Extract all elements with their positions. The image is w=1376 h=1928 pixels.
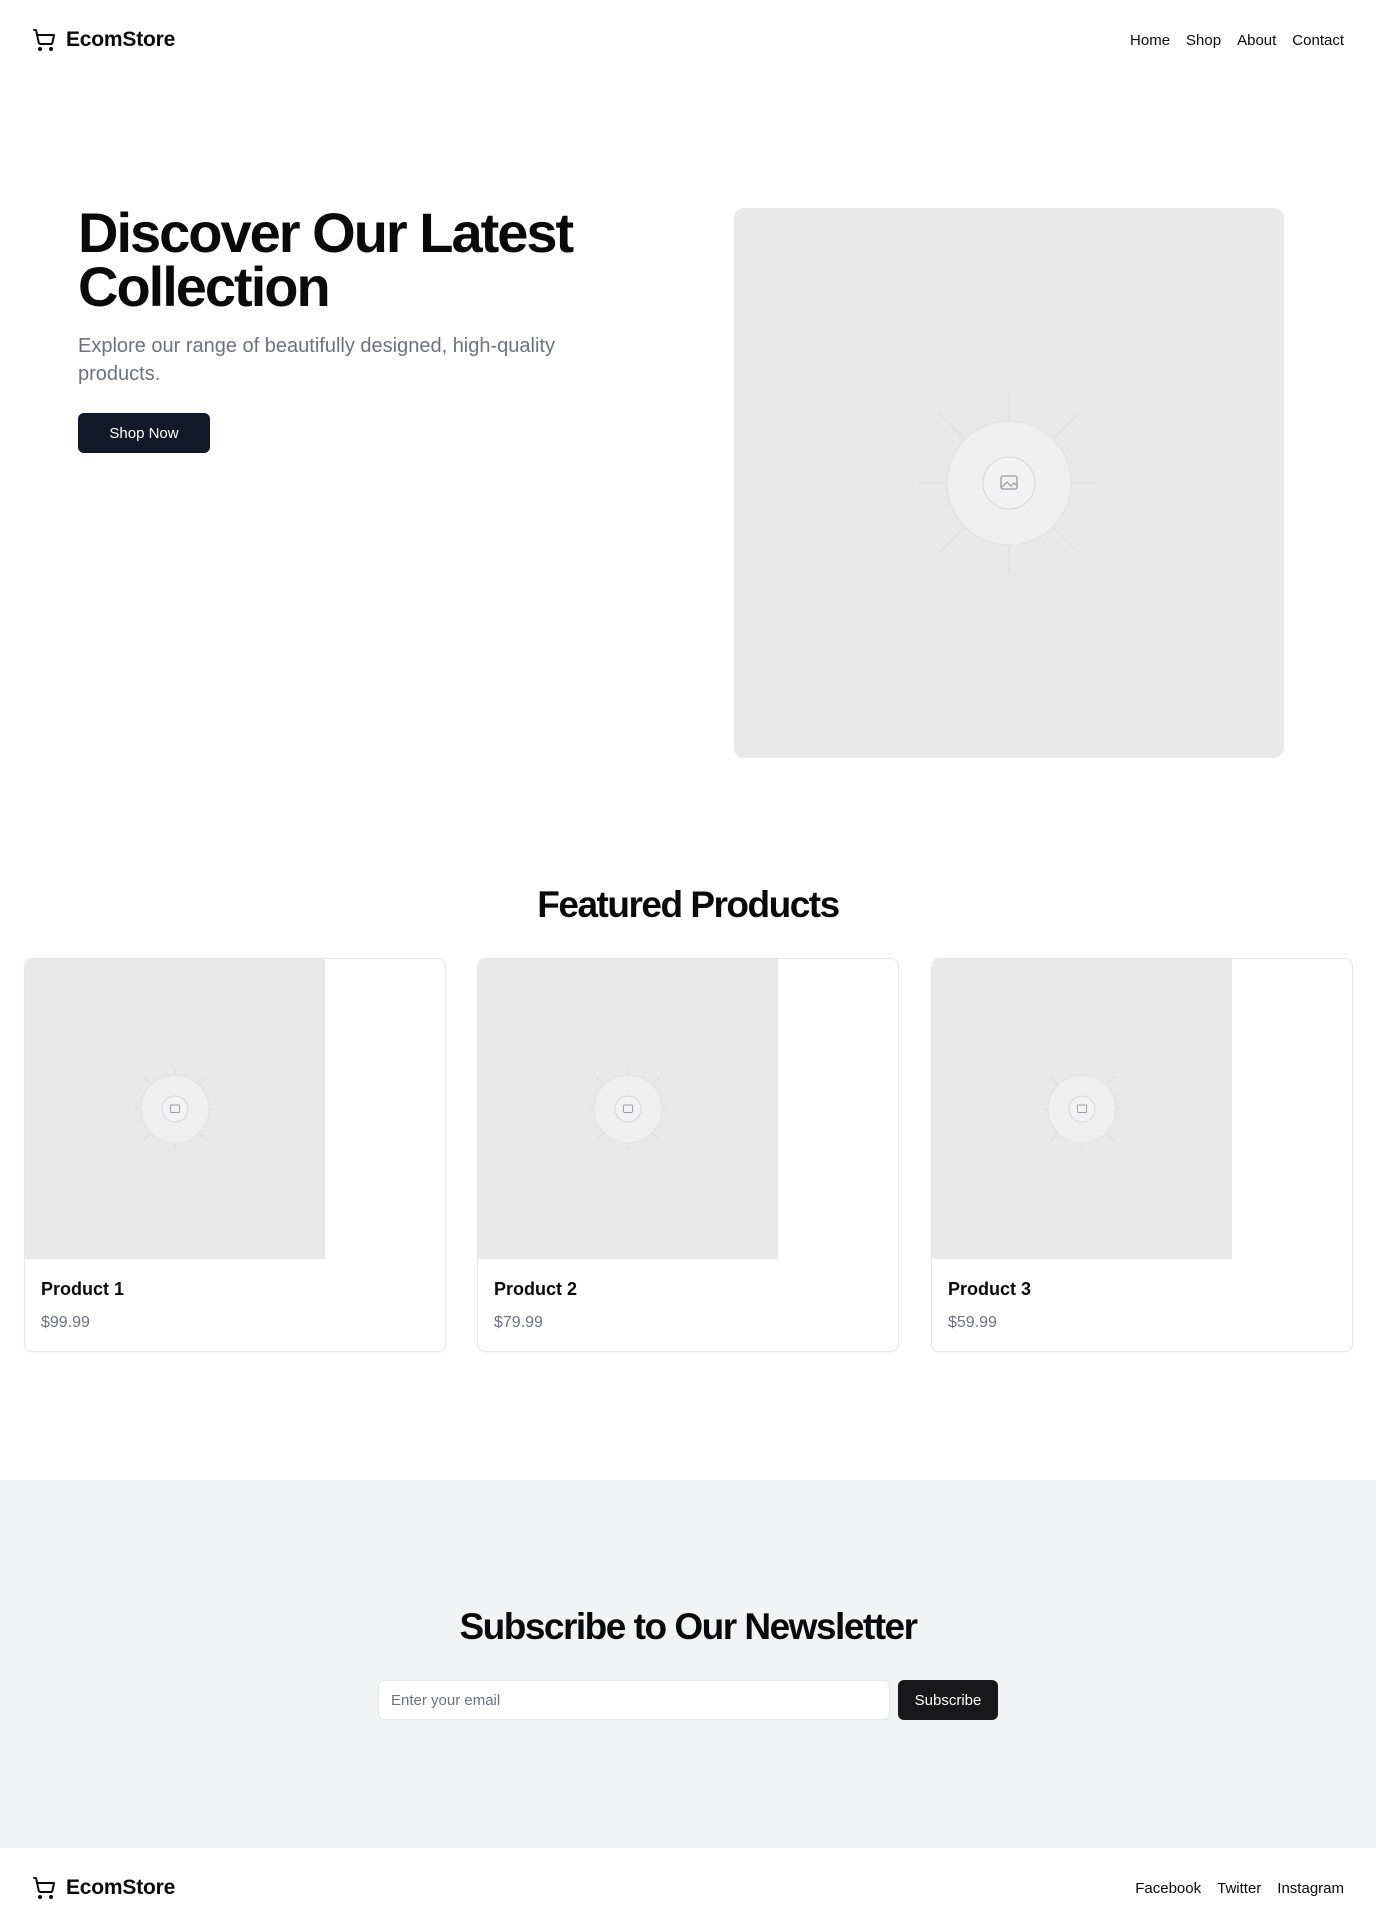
- nav-home-link[interactable]: Home: [1130, 32, 1170, 49]
- brand-logo-link[interactable]: EcomStore: [32, 28, 175, 52]
- hero-image: [734, 208, 1284, 758]
- image-placeholder-icon: [919, 393, 1099, 573]
- featured-title: Featured Products: [537, 884, 840, 925]
- image-placeholder-icon: [135, 1069, 215, 1149]
- product-name: Product 2: [494, 1279, 578, 1299]
- twitter-link[interactable]: Twitter: [1217, 1880, 1261, 1897]
- site-header: EcomStore Home Shop About Contact: [0, 0, 1376, 80]
- subscribe-button[interactable]: Subscribe: [898, 1680, 998, 1720]
- product-image: [478, 959, 778, 1259]
- hero-subtitle: Explore our range of beautifully designe…: [78, 335, 555, 385]
- facebook-link[interactable]: Facebook: [1135, 1880, 1201, 1897]
- shopping-cart-icon: [32, 28, 56, 52]
- newsletter-section: Subscribe to Our Newsletter Subscribe: [0, 1480, 1376, 1848]
- product-image: [932, 959, 1232, 1259]
- social-links: Facebook Twitter Instagram: [1135, 1880, 1344, 1897]
- product-card[interactable]: Product 1 $99.99: [24, 958, 446, 1352]
- footer-brand-name: EcomStore: [66, 1876, 176, 1899]
- product-card[interactable]: Product 3 $59.99: [931, 958, 1353, 1352]
- image-placeholder-icon: [588, 1069, 668, 1149]
- product-name: Product 3: [948, 1279, 1032, 1299]
- product-price: $79.99: [494, 1314, 543, 1331]
- nav-shop-link[interactable]: Shop: [1186, 32, 1221, 49]
- product-price: $99.99: [41, 1314, 90, 1331]
- product-image: [25, 959, 325, 1259]
- brand-name: EcomStore: [66, 28, 176, 51]
- instagram-link[interactable]: Instagram: [1277, 1880, 1344, 1897]
- hero-title: Discover Our Latest Collection: [78, 201, 574, 318]
- shop-now-button[interactable]: Shop Now: [78, 413, 210, 453]
- product-price: $59.99: [948, 1314, 997, 1331]
- product-card[interactable]: Product 2 $79.99: [477, 958, 899, 1352]
- newsletter-title: Subscribe to Our Newsletter: [459, 1606, 918, 1647]
- nav-about-link[interactable]: About: [1237, 32, 1276, 49]
- main-nav: Home Shop About Contact: [1130, 32, 1344, 49]
- site-footer: EcomStore Facebook Twitter Instagram: [0, 1848, 1376, 1928]
- product-name: Product 1: [41, 1279, 125, 1299]
- image-placeholder-icon: [1042, 1069, 1122, 1149]
- shopping-cart-icon: [32, 1876, 56, 1900]
- nav-contact-link[interactable]: Contact: [1292, 32, 1344, 49]
- footer-brand-link[interactable]: EcomStore: [32, 1876, 175, 1900]
- email-input[interactable]: [378, 1680, 890, 1720]
